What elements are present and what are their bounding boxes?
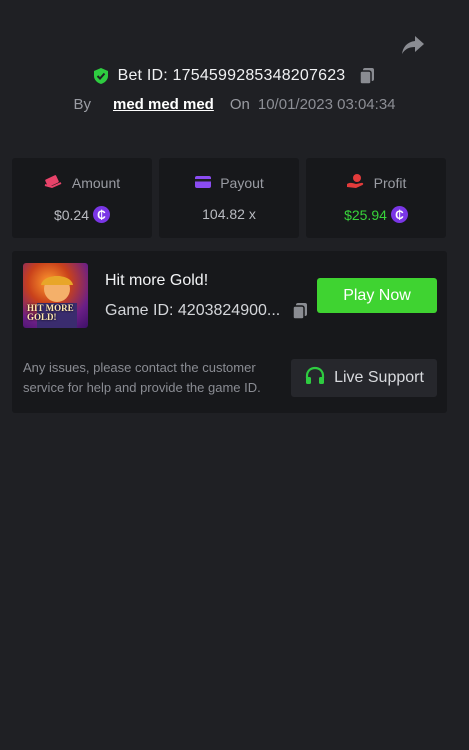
- support-notice: Any issues, please contact the customer …: [23, 360, 261, 395]
- copy-icon[interactable]: [357, 66, 377, 86]
- game-thumbnail[interactable]: HIT MORE GOLD!: [23, 263, 88, 328]
- copy-icon[interactable]: [290, 301, 310, 321]
- share-icon: [401, 35, 425, 60]
- bet-id-row: Bet ID: 1754599285348207623: [0, 66, 469, 86]
- profit-value: $25.94: [344, 206, 387, 223]
- payout-label: Payout: [220, 175, 264, 191]
- author-row: By med med med On 10/01/2023 03:04:34: [0, 96, 469, 113]
- on-label: On: [229, 96, 250, 113]
- amount-label: Amount: [71, 174, 121, 191]
- payout-card-icon: [194, 175, 212, 192]
- bet-id: Bet ID: 1754599285348207623: [117, 67, 346, 84]
- bet-date: 10/01/2023 03:04:34: [257, 96, 396, 113]
- shield-check-icon: [92, 67, 110, 85]
- amount-icon: [44, 173, 64, 192]
- amount-card: Amount $0.24 ₵: [12, 158, 152, 238]
- coin-icon: ₵: [93, 206, 111, 223]
- live-support-label: Live Support: [334, 369, 424, 386]
- amount-value: $0.24: [53, 206, 90, 223]
- game-id-row: Game ID: 4203824900...: [105, 301, 310, 321]
- by-label: By: [73, 96, 91, 113]
- headset-icon: [304, 366, 326, 391]
- game-id: Game ID: 4203824900...: [105, 302, 281, 319]
- stats-row: Amount $0.24 ₵ Payout 104.82 x Profit $2…: [12, 158, 446, 238]
- share-button[interactable]: [399, 34, 427, 60]
- live-support-button[interactable]: Live Support: [291, 359, 437, 397]
- username-link[interactable]: med med med: [113, 96, 214, 113]
- coin-icon: ₵: [390, 206, 408, 223]
- profit-card: Profit $25.94 ₵: [306, 158, 446, 238]
- play-now-button[interactable]: Play Now: [317, 278, 437, 313]
- profit-hand-icon: [346, 173, 366, 192]
- payout-card: Payout 104.82 x: [159, 158, 299, 238]
- thumbnail-title: HIT MORE GOLD!: [27, 303, 74, 322]
- profit-label: Profit: [373, 174, 407, 191]
- payout-value: 104.82 x: [202, 205, 256, 222]
- game-card: HIT MORE GOLD! Hit more Gold! Game ID: 4…: [12, 251, 447, 413]
- game-name: Hit more Gold!: [105, 272, 209, 289]
